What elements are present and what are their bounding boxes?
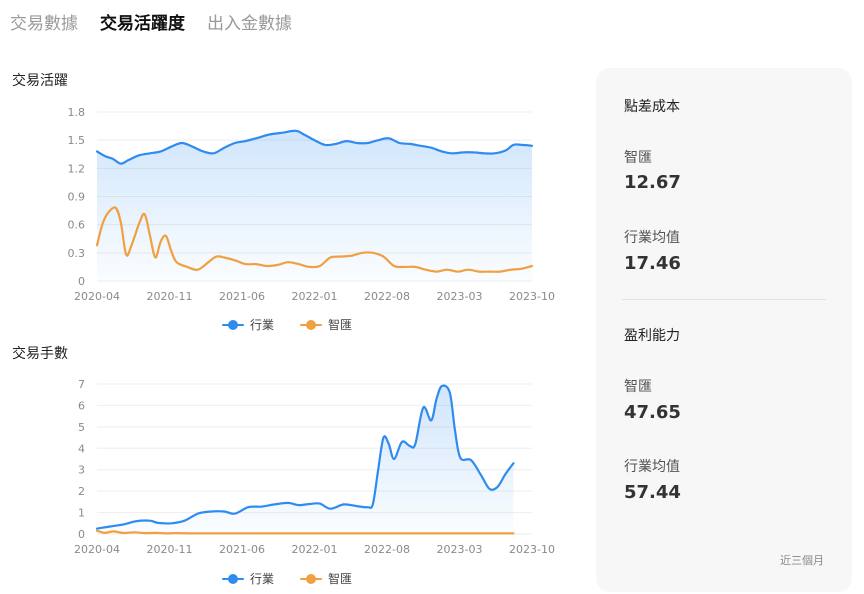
y-tick-label: 5 [78, 421, 85, 434]
x-tick-label: 2020-11 [147, 543, 193, 556]
y-tick-label: 7 [78, 378, 85, 391]
y-tick-label: 0 [78, 528, 85, 541]
y-tick-label: 6 [78, 399, 85, 412]
legend-marker-industry [222, 573, 244, 584]
spread-industry-value: 17.46 [624, 253, 681, 274]
period-note: 近三個月 [780, 554, 824, 567]
legend-item-zhihui[interactable]: 智匯 [300, 570, 352, 587]
legend-label-zhihui: 智匯 [328, 572, 353, 586]
x-tick-label: 2022-01 [292, 543, 338, 556]
profit-industry-label: 行業均值 [624, 459, 680, 475]
profitability-title: 盈利能力 [624, 328, 680, 344]
y-tick-label: 2 [78, 485, 85, 498]
y-tick-label: 4 [78, 442, 85, 455]
profit-zhihui-value: 47.65 [624, 402, 681, 423]
chart2-legend: 行業 智匯 [222, 570, 352, 587]
x-tick-label: 2023-10 [509, 543, 555, 556]
x-tick-label: 2023-03 [437, 543, 483, 556]
metrics-panel: 點差成本 智匯 12.67 行業均值 17.46 盈利能力 智匯 47.65 行… [596, 68, 852, 592]
y-tick-label: 1 [78, 507, 85, 520]
x-tick-label: 2022-08 [364, 543, 410, 556]
spread-industry-label: 行業均值 [624, 230, 680, 246]
profit-industry-value: 57.44 [624, 482, 681, 503]
spread-zhihui-label: 智匯 [624, 150, 652, 166]
panel-divider [622, 299, 826, 300]
legend-marker-zhihui [300, 573, 323, 584]
spread-zhihui-value: 12.67 [624, 172, 681, 193]
legend-label-industry: 行業 [250, 572, 275, 586]
x-tick-label: 2021-06 [219, 543, 265, 556]
spread-cost-title: 點差成本 [624, 99, 680, 115]
profit-zhihui-label: 智匯 [624, 379, 652, 395]
x-tick-label: 2020-04 [74, 543, 120, 556]
volume-chart: 0 1 2 3 4 5 6 7 2020-04 2020-11 2021-06 2022-01 2022… [74, 378, 555, 556]
legend-item-industry[interactable]: 行業 [222, 570, 274, 587]
series-area-industry [97, 385, 514, 534]
y-tick-label: 3 [78, 464, 85, 477]
